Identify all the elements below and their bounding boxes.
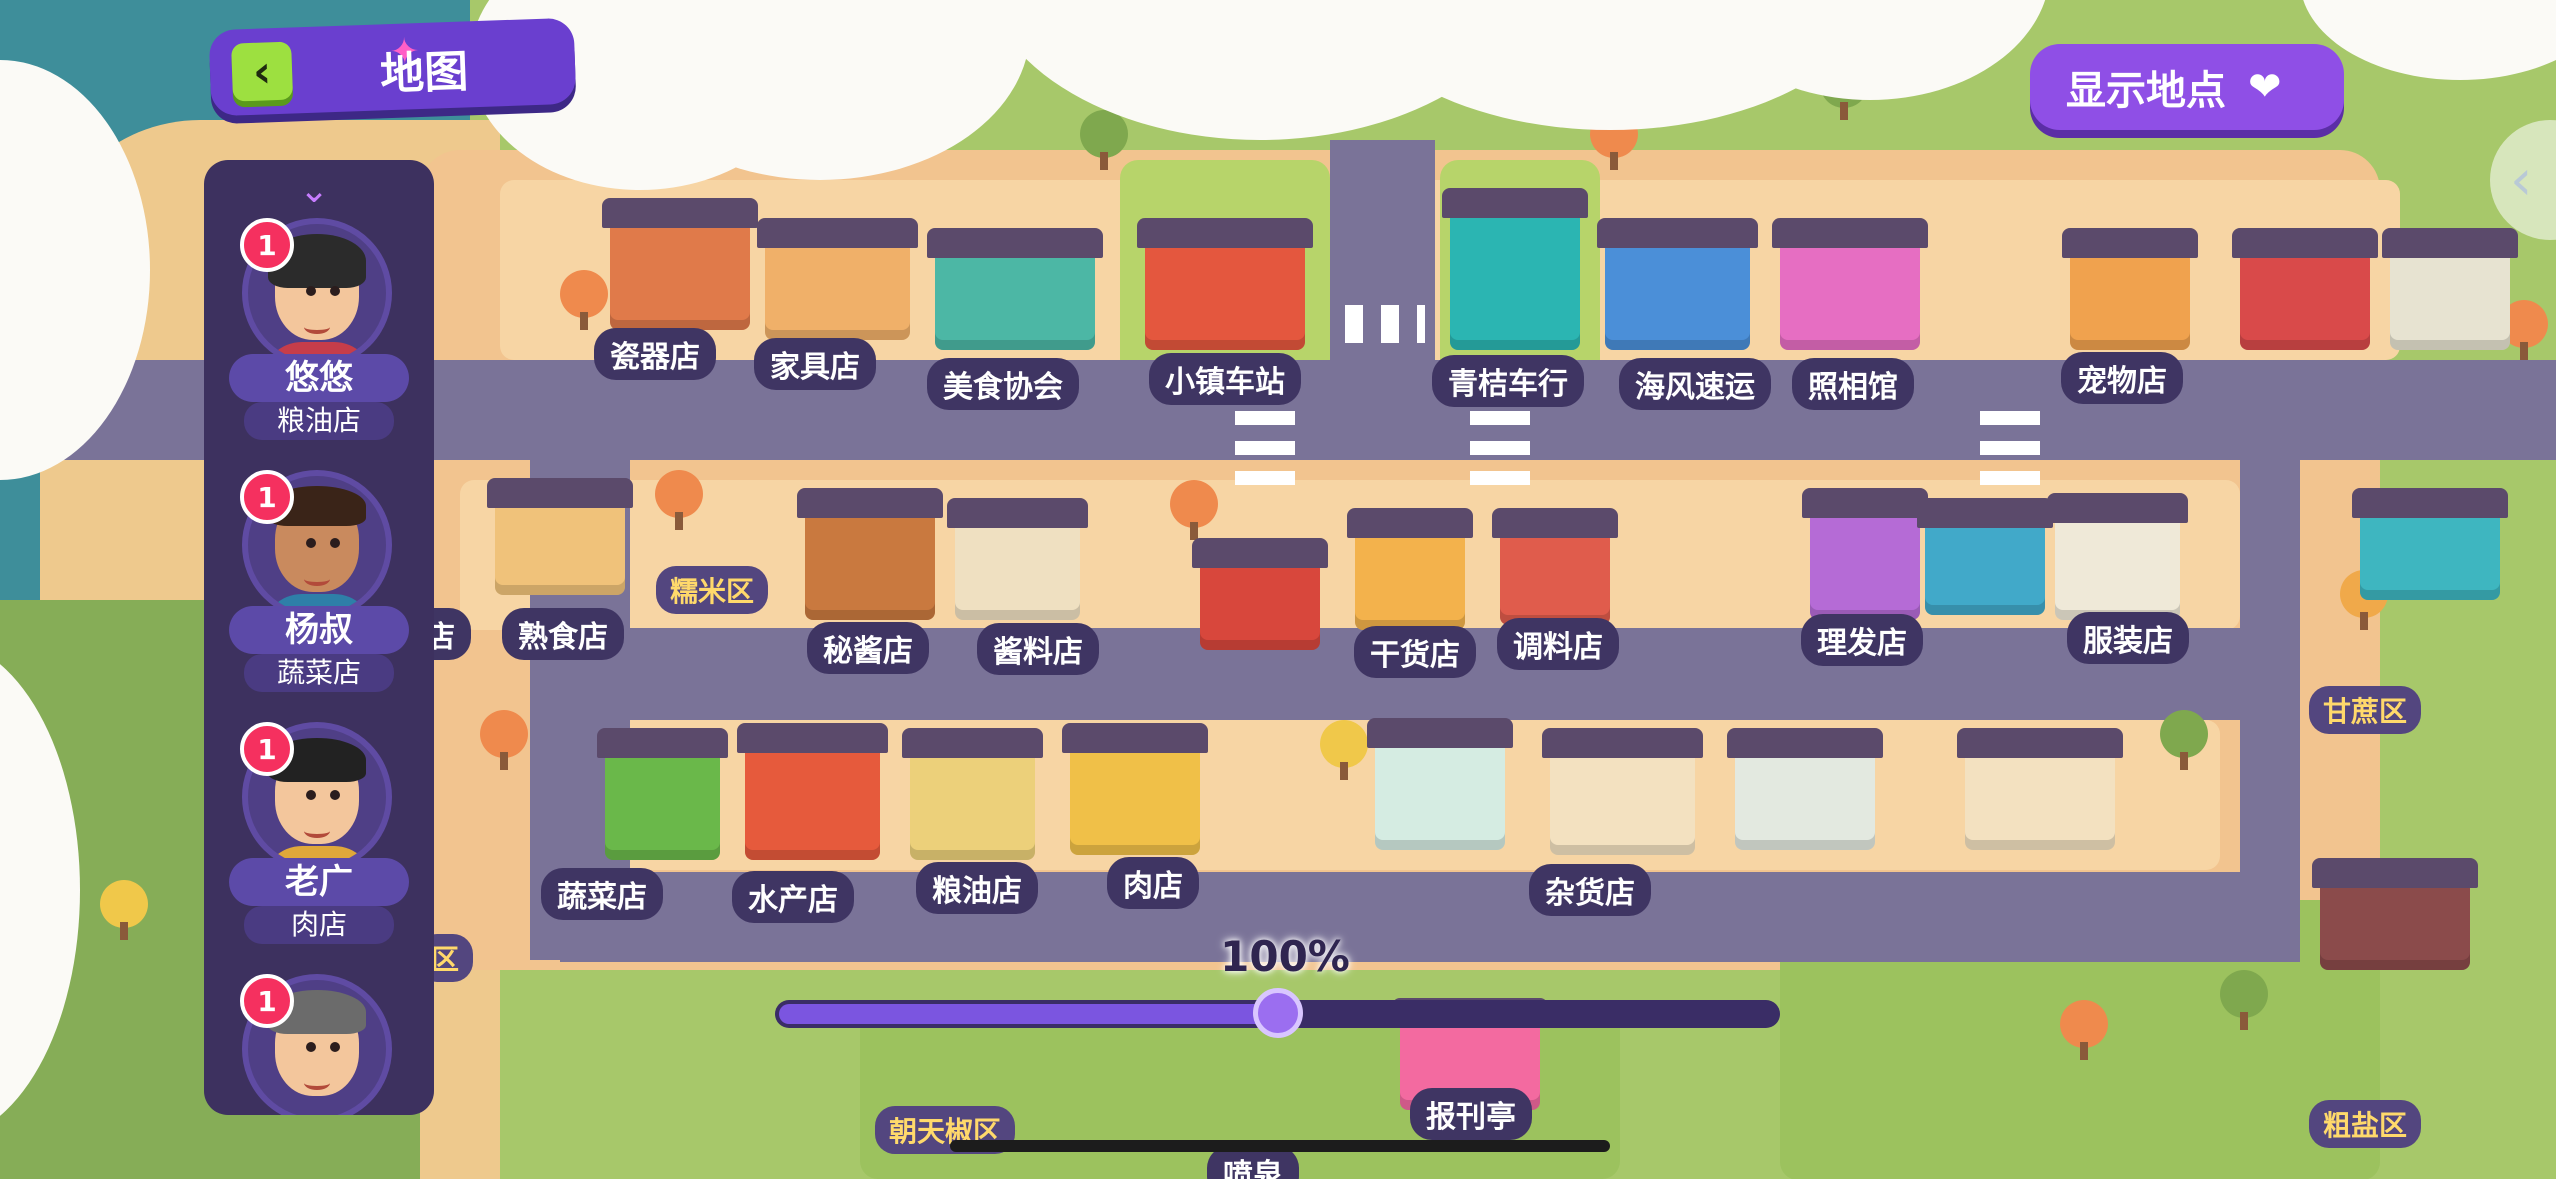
clothing-shop-building: [2047, 493, 2188, 620]
shop-label[interactable]: 水产店: [732, 871, 854, 923]
character-name: 老广: [229, 858, 409, 906]
zoom-slider-handle[interactable]: [1252, 988, 1303, 1038]
greenhouse: [1367, 718, 1513, 850]
grocery-building: [1542, 728, 1703, 855]
character-name: 杨叔: [229, 606, 409, 654]
shop-label[interactable]: 熟食店: [502, 608, 624, 660]
grain-oil-shop-building: [902, 728, 1043, 860]
tree: [480, 710, 528, 770]
character-name: 悠悠: [229, 354, 409, 402]
pet-shop-building: [2062, 228, 2198, 350]
bike-shop-building: [1442, 188, 1588, 350]
notification-badge: 1: [240, 470, 294, 524]
shop-label[interactable]: 秘酱店: [807, 622, 929, 674]
building: [1917, 498, 2053, 615]
pottery-shop-building: [602, 198, 758, 330]
zone-label[interactable]: 甘蔗区: [2308, 686, 2422, 734]
butcher-building: [1062, 723, 1208, 855]
character-card[interactable]: 1 杨叔 蔬菜店: [204, 412, 434, 692]
character-card[interactable]: 1 悠悠 粮油店: [204, 160, 434, 440]
sauce-shop-building: [797, 488, 943, 620]
zoom-level: 100%: [1220, 932, 1350, 981]
chevron-left-icon: ‹: [252, 45, 273, 98]
shop-label[interactable]: 报刊亭: [1410, 1088, 1532, 1140]
page-title: 地图: [379, 46, 470, 101]
title-bar: ✦ ‹ 地图: [208, 17, 577, 117]
building: [1727, 728, 1883, 850]
vegetable-shop-building: [597, 728, 728, 860]
road: [2240, 460, 2300, 960]
shop-label[interactable]: 照相馆: [1792, 358, 1914, 410]
tree: [1320, 720, 1368, 780]
shop-label[interactable]: 理发店: [1801, 614, 1923, 666]
road: [1330, 140, 1435, 380]
furniture-shop-building: [757, 218, 918, 340]
shop-label[interactable]: 美食协会: [927, 358, 1079, 410]
shop-label[interactable]: 服装店: [2067, 612, 2189, 664]
crosswalk: [1980, 405, 2040, 485]
character-card[interactable]: 1: [204, 916, 434, 1115]
shop-label[interactable]: 家具店: [754, 338, 876, 390]
tree: [100, 880, 148, 940]
tree: [1170, 480, 1218, 540]
spice-shop-building: [1492, 508, 1618, 625]
barber-building: [1802, 488, 1928, 620]
shop-label[interactable]: 小镇车站: [1149, 353, 1301, 405]
notification-badge: 1: [240, 218, 294, 272]
zoom-slider-fill: [779, 1004, 1274, 1024]
shop-label[interactable]: 肉店: [1107, 857, 1199, 909]
building: [2382, 228, 2518, 350]
character-card[interactable]: 1 老广 肉店: [204, 664, 434, 944]
building: [2232, 228, 2378, 350]
photo-studio-building: [1772, 218, 1928, 350]
back-button[interactable]: ‹: [231, 41, 294, 102]
shop-label[interactable]: 瓷器店: [594, 328, 716, 380]
tree: [2160, 710, 2208, 770]
notification-badge: 1: [240, 974, 294, 1028]
seafood-shop-building: [737, 723, 888, 860]
station-building: [1137, 218, 1313, 350]
shop-label[interactable]: 海风速运: [1619, 358, 1771, 410]
shop-label[interactable]: 干货店: [1354, 626, 1476, 678]
crosswalk: [1345, 305, 1425, 343]
condiment-shop-building: [947, 498, 1088, 620]
character-panel[interactable]: ⌄ 1 悠悠 粮油店 1 杨叔 蔬菜店 1 老广 肉店 1: [204, 160, 434, 1115]
shop-label[interactable]: 调料店: [1497, 618, 1619, 670]
show-places-label: 显示地点: [2066, 68, 2226, 114]
dried-goods-building: [1347, 508, 1473, 630]
building: [1957, 728, 2123, 850]
building: [2352, 488, 2508, 600]
crosswalk: [1470, 405, 1530, 485]
zone-label[interactable]: 糯米区: [655, 566, 769, 614]
tree: [2060, 1000, 2108, 1060]
food-association-building: [927, 228, 1103, 350]
show-places-button[interactable]: 显示地点 ❤: [2030, 44, 2344, 130]
zone-label[interactable]: 粗盐区: [2308, 1100, 2422, 1148]
zoom-slider[interactable]: [775, 988, 1780, 1038]
crosswalk: [1235, 405, 1295, 485]
notification-badge: 1: [240, 722, 294, 776]
shop-label[interactable]: 蔬菜店: [541, 868, 663, 920]
home-indicator: [950, 1140, 1610, 1152]
shop-label[interactable]: 青桔车行: [1432, 355, 1584, 407]
shop-label[interactable]: 宠物店: [2061, 352, 2183, 404]
tree: [1080, 110, 1128, 170]
tree: [560, 270, 608, 330]
tree: [655, 470, 703, 530]
shop-label[interactable]: 粮油店: [916, 862, 1038, 914]
shop-label[interactable]: 酱料店: [977, 623, 1099, 675]
courier-building: [1597, 218, 1758, 350]
building: [2312, 858, 2478, 970]
deli-building: [487, 478, 633, 595]
heart-icon: ❤: [2248, 64, 2282, 110]
shop-label[interactable]: 杂货店: [1529, 864, 1651, 916]
tree: [2220, 970, 2268, 1030]
gate: [1192, 538, 1328, 650]
